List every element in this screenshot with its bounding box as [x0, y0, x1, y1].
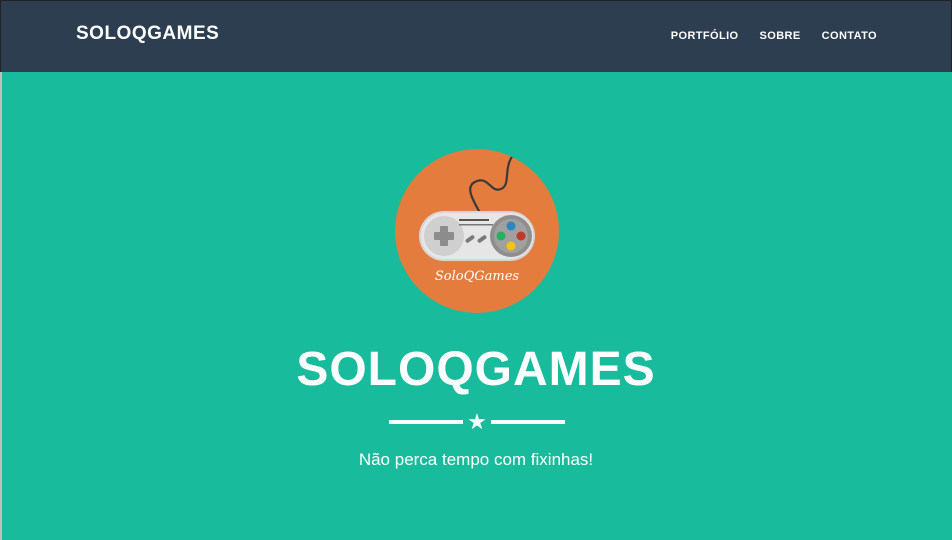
top-navbar: SOLOQGAMES PORTFÓLIO SOBRE CONTATO: [0, 0, 952, 72]
nav-item-contato[interactable]: CONTATO: [822, 30, 877, 42]
hero-title: SOLOQGAMES: [296, 343, 656, 396]
hero-tagline: Não perca tempo com fixinhas!: [358, 450, 594, 469]
star-divider: ★: [389, 410, 565, 434]
nav-item-sobre[interactable]: SOBRE: [760, 30, 801, 42]
brand-link[interactable]: SOLOQGAMES: [76, 23, 219, 45]
logo-image: SoloQGames: [395, 149, 559, 313]
nav-menu: PORTFÓLIO SOBRE CONTATO: [671, 30, 877, 42]
hero-section: SoloQGames SOLOQGAMES ★ Não perca tempo …: [0, 72, 952, 540]
gamepad-icon: [419, 153, 535, 261]
star-icon: ★: [467, 409, 487, 434]
divider-line-right: [491, 420, 565, 424]
logo-caption: SoloQGames: [434, 269, 520, 284]
divider-line-left: [389, 420, 463, 424]
nav-item-portfolio[interactable]: PORTFÓLIO: [671, 30, 739, 42]
